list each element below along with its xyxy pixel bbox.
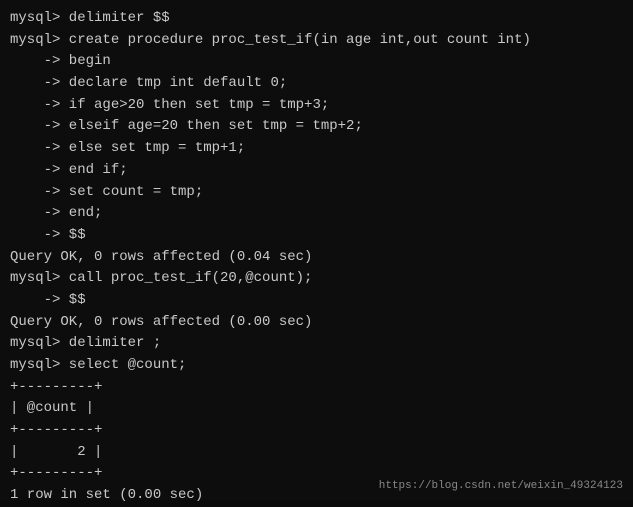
terminal-line: -> $$ <box>10 225 623 247</box>
terminal-line: -> declare tmp int default 0; <box>10 73 623 95</box>
terminal-line: mysql> delimiter ; <box>10 333 623 355</box>
terminal-line: | @count | <box>10 398 623 420</box>
terminal-line: Query OK, 0 rows affected (0.04 sec) <box>10 247 623 269</box>
terminal-line: -> else set tmp = tmp+1; <box>10 138 623 160</box>
terminal-line: +---------+ <box>10 377 623 399</box>
terminal-output: mysql> delimiter $$mysql> create procedu… <box>10 8 623 507</box>
terminal-line: mysql> create procedure proc_test_if(in … <box>10 30 623 52</box>
terminal-line: -> set count = tmp; <box>10 182 623 204</box>
terminal-line: mysql> select @count; <box>10 355 623 377</box>
terminal-line: -> if age>20 then set tmp = tmp+3; <box>10 95 623 117</box>
terminal-window: mysql> delimiter $$mysql> create procedu… <box>0 0 633 500</box>
terminal-line: | 2 | <box>10 442 623 464</box>
watermark: https://blog.csdn.net/weixin_49324123 <box>379 480 623 492</box>
terminal-line: mysql> delimiter $$ <box>10 8 623 30</box>
terminal-line: -> $$ <box>10 290 623 312</box>
terminal-line: mysql> call proc_test_if(20,@count); <box>10 268 623 290</box>
terminal-line: +---------+ <box>10 420 623 442</box>
terminal-line: Query OK, 0 rows affected (0.00 sec) <box>10 312 623 334</box>
terminal-line: -> begin <box>10 51 623 73</box>
terminal-line: -> end if; <box>10 160 623 182</box>
terminal-line: -> end; <box>10 203 623 225</box>
terminal-line: -> elseif age=20 then set tmp = tmp+2; <box>10 116 623 138</box>
